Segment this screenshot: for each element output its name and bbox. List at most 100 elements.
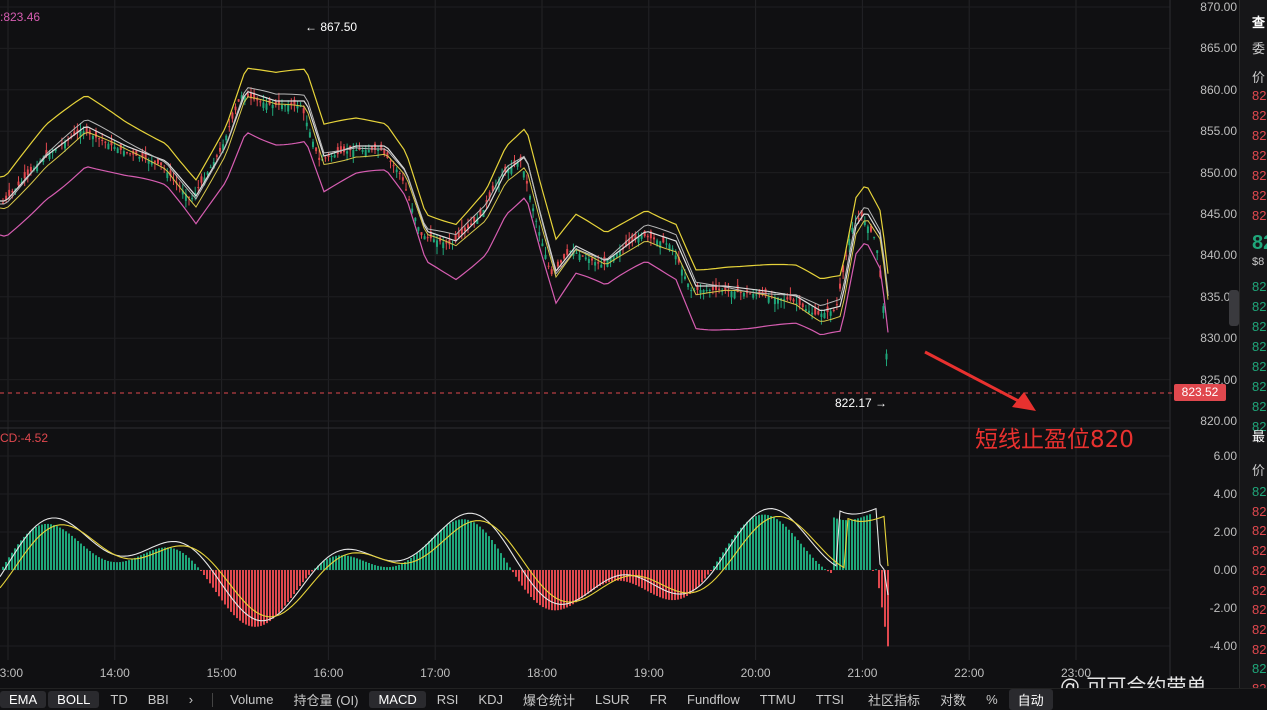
candle-body (730, 291, 733, 298)
time-axis-label: 17:00 (420, 666, 451, 680)
macd-histogram-bar (266, 570, 268, 624)
macd-histogram-bar (242, 570, 244, 623)
macd-histogram-bar (785, 526, 787, 570)
control-[interactable]: 对数 (931, 689, 975, 710)
candle-body (550, 269, 553, 275)
macd-histogram-bar (410, 557, 412, 570)
ask-row[interactable]: 82 (1252, 188, 1266, 203)
bid-row[interactable]: 82 (1252, 399, 1266, 414)
macd-histogram-bar (887, 570, 889, 647)
macd-histogram-bar (347, 555, 349, 570)
macd-histogram-bar (473, 522, 475, 570)
macd-histogram-bar (443, 527, 445, 570)
bid-row[interactable]: 82 (1252, 379, 1266, 394)
bid-row[interactable]: 82 (1252, 339, 1266, 354)
candle-body (680, 269, 683, 276)
bid-row[interactable]: 82 (1252, 279, 1266, 294)
macd-histogram-bar (254, 570, 256, 627)
ask-row[interactable]: 82 (1252, 88, 1266, 103)
macd-histogram-bar (197, 567, 199, 570)
price-axis-label: 840.00 (1200, 248, 1237, 263)
macd-histogram-bar (827, 570, 829, 572)
macd-histogram-bar (134, 557, 136, 570)
control-[interactable]: 自动 (1008, 689, 1053, 710)
tab-bbi[interactable]: BBI (139, 691, 178, 708)
tab-td[interactable]: TD (101, 691, 136, 708)
macd-histogram-bar (860, 517, 862, 570)
tab-oi[interactable]: 持仓量 (OI) (284, 689, 367, 710)
macd-histogram-bar (269, 570, 271, 622)
control-[interactable]: 社区指标 (859, 689, 929, 710)
macd-histogram-bar (398, 564, 400, 570)
candle-body (361, 150, 364, 152)
bid-row[interactable]: 82 (1252, 319, 1266, 334)
tab-fundflow[interactable]: Fundflow (678, 691, 749, 708)
tab-fr[interactable]: FR (641, 691, 676, 708)
macd-histogram-bar (68, 533, 70, 570)
macd-histogram-bar (146, 552, 148, 570)
macd-value-label: CD:-4.52 (0, 431, 49, 445)
macd-axis-label: 0.00 (1213, 563, 1237, 577)
tab-macd[interactable]: MACD (369, 691, 426, 708)
panel-resize-handle[interactable] (1229, 290, 1239, 326)
candle-body (587, 258, 590, 263)
tab-volume[interactable]: Volume (221, 691, 282, 708)
price-axis-label: 850.00 (1200, 165, 1237, 180)
candle-body (839, 283, 841, 289)
time-axis-label: 19:00 (633, 666, 664, 680)
macd-histogram-bar (770, 516, 772, 570)
macd-histogram-bar (857, 518, 859, 570)
tab-ttsi[interactable]: TTSI (807, 691, 853, 708)
more-main-indicators-icon[interactable]: › (180, 691, 202, 708)
macd-histogram-bar (278, 570, 280, 613)
macd-histogram-bar (110, 561, 112, 570)
macd-histogram-bar (422, 547, 424, 570)
candle-body (392, 165, 395, 167)
candle-body (522, 171, 525, 178)
tab-ttmu[interactable]: TTMU (751, 691, 805, 708)
macd-histogram-bar (590, 570, 592, 592)
macd-histogram-bar (386, 567, 388, 570)
ask-row[interactable]: 82 (1252, 128, 1266, 143)
macd-histogram-bar (803, 547, 805, 570)
latest-trades-tab[interactable]: 最 (1252, 426, 1265, 445)
bid-row[interactable]: 82 (1252, 359, 1266, 374)
ask-row[interactable]: 82 (1252, 168, 1266, 183)
tab-boll[interactable]: BOLL (48, 691, 100, 708)
ask-row[interactable]: 82 (1252, 108, 1266, 123)
candle-body (640, 235, 643, 239)
panel-subheader[interactable]: 委 (1252, 38, 1265, 57)
ask-row[interactable]: 82 (1252, 208, 1266, 223)
macd-histogram-bar (71, 535, 73, 570)
candle-body (755, 294, 758, 296)
control-[interactable]: % (977, 691, 1007, 708)
macd-histogram-bar (863, 516, 865, 570)
candle-body (126, 152, 128, 154)
macd-histogram-bar (74, 538, 76, 570)
panel-header[interactable]: 查 (1252, 12, 1265, 31)
macd-histogram-bar (248, 570, 250, 626)
candle-body (699, 290, 702, 293)
candlestick-chart[interactable] (0, 0, 1239, 688)
macd-histogram-bar (584, 570, 586, 596)
boll-mid-line (0, 91, 889, 312)
macd-histogram-bar (440, 529, 442, 570)
macd-histogram-bar (788, 529, 790, 570)
bid-row[interactable]: 82 (1252, 299, 1266, 314)
macd-histogram-bar (806, 550, 808, 570)
trade-row: 82 (1252, 621, 1267, 637)
tab-rsi[interactable]: RSI (428, 691, 468, 708)
macd-histogram-bar (476, 524, 478, 570)
tab-lsur[interactable]: LSUR (586, 691, 639, 708)
candle-body (355, 150, 358, 151)
macd-histogram-bar (143, 553, 145, 570)
tab-ema[interactable]: EMA (0, 691, 47, 708)
macd-histogram-bar (485, 532, 487, 570)
candle-body (532, 208, 535, 212)
tab-kdj[interactable]: KDJ (469, 691, 512, 708)
tab-[interactable]: 爆仓统计 (514, 689, 584, 710)
macd-histogram-bar (95, 555, 97, 570)
order-book-panel[interactable]: 查 委 价 82 82 82 82 82 82 82 82 $8 82 82 82 82 82 82 8… (1239, 0, 1267, 688)
ask-row[interactable]: 82 (1252, 148, 1266, 163)
macd-histogram-bar (470, 520, 472, 570)
